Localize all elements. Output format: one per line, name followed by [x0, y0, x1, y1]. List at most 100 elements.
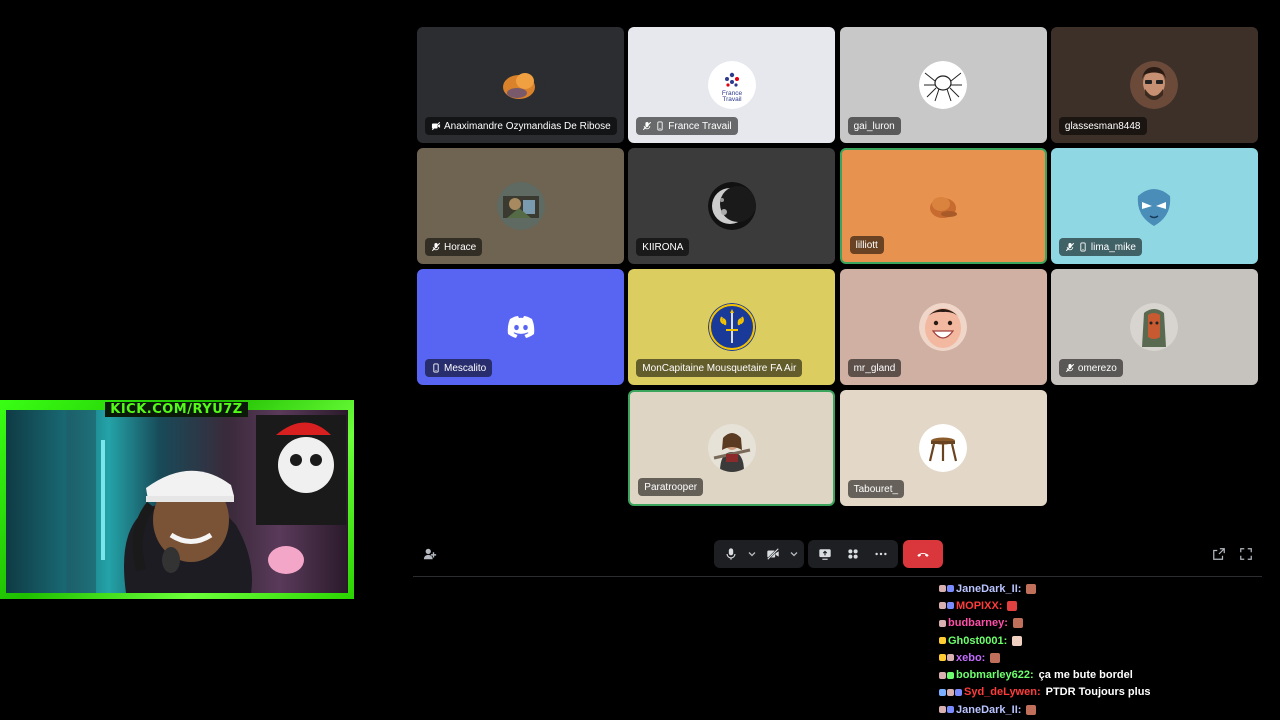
user-badges [939, 688, 962, 696]
participant-name: glassesman8448 [1064, 120, 1141, 132]
participant-tile[interactable]: Mescalito [417, 269, 624, 385]
participant-tile[interactable]: France Travail France Travail [628, 27, 836, 143]
participant-nameplate: Anaximandre Ozymandias De Ribose [425, 117, 617, 135]
user-badges [939, 706, 954, 714]
participant-avatar [707, 182, 756, 230]
user-badges [939, 619, 946, 627]
participant-nameplate: KIIRONA [636, 238, 690, 256]
participant-name: lima_mike [1090, 241, 1136, 253]
participant-tile[interactable]: Anaximandre Ozymandias De Ribose [417, 27, 624, 143]
mic-muted-icon [1065, 242, 1075, 252]
user-badges [939, 602, 954, 610]
emote-icon [1007, 600, 1018, 611]
participant-tile[interactable]: mr_gland [839, 269, 1047, 385]
popout-icon [1213, 548, 1225, 560]
emote-icon [1026, 583, 1037, 594]
hang-up-icon [917, 553, 929, 557]
mobile-icon [431, 363, 441, 373]
badge-icon [947, 688, 954, 696]
participant-nameplate: omerezo [1058, 359, 1123, 377]
participant-avatar [1130, 303, 1179, 351]
activities-icon [848, 549, 858, 559]
disconnect-button[interactable] [903, 540, 943, 568]
chevron-down-icon [748, 552, 756, 557]
chat-username[interactable]: budbarney: [948, 617, 1008, 629]
chat-message: JaneDark_II: [939, 580, 1269, 597]
chat-username[interactable]: JaneDark_II: [956, 583, 1021, 595]
participant-name: lilliott [855, 239, 878, 251]
chat-username[interactable]: xebo: [956, 652, 985, 664]
more-options-button[interactable] [868, 540, 894, 568]
participant-name: France Travail [668, 120, 732, 132]
participant-tile[interactable]: lima_mike [1050, 148, 1258, 264]
emote-icon [1012, 635, 1023, 646]
microphone-button[interactable] [718, 540, 744, 568]
badge-icon [939, 654, 946, 662]
badge-icon [939, 619, 946, 627]
screen-share-icon [819, 549, 831, 560]
popout-button[interactable] [1210, 545, 1228, 563]
share-screen-button[interactable] [812, 540, 838, 568]
invite-people-button[interactable] [421, 545, 439, 563]
mic-muted-icon [1065, 363, 1075, 373]
participant-nameplate: Mescalito [425, 359, 493, 377]
participant-avatar [1130, 182, 1179, 230]
participant-avatar [919, 424, 968, 472]
user-badges [939, 654, 954, 662]
participant-tile[interactable]: MonCapitaine Mousquetaire FA Air [628, 269, 836, 385]
participant-avatar [919, 61, 968, 109]
chat-username[interactable]: bobmarley622: [956, 669, 1034, 681]
activities-button[interactable] [840, 540, 866, 568]
participant-name: gai_luron [853, 120, 895, 132]
participant-avatar [707, 303, 756, 351]
chat-message: Syd_deLywen: PTDR Toujours plus [939, 684, 1269, 701]
participant-tile[interactable]: Paratrooper [628, 390, 836, 506]
chat-username[interactable]: JaneDark_II: [956, 704, 1021, 716]
badge-icon [947, 706, 954, 714]
badge-icon [939, 688, 946, 696]
emote-icon [1026, 704, 1037, 715]
webcam-feed [6, 410, 348, 593]
chat-message: xebo: [939, 649, 1269, 666]
participant-avatar [496, 61, 545, 109]
mic-options-button[interactable] [746, 540, 758, 568]
participant-tile[interactable]: glassesman8448 [1050, 27, 1258, 143]
participant-name: Anaximandre Ozymandias De Ribose [444, 120, 611, 132]
badge-icon [939, 602, 946, 610]
participant-nameplate: gai_luron [847, 117, 901, 135]
participant-tile[interactable]: omerezo [1050, 269, 1258, 385]
voice-call-panel: Anaximandre Ozymandias De Ribose France Tr… [413, 0, 1262, 577]
video-off-icon [431, 121, 441, 131]
participant-tile[interactable]: gai_luron [839, 27, 1047, 143]
chat-username[interactable]: Syd_deLywen: [964, 686, 1041, 698]
camera-options-button[interactable] [788, 540, 800, 568]
webcam-overlay: KICK.COM/RYU7Z [0, 400, 354, 599]
svg-text:Travail: Travail [722, 96, 742, 103]
fullscreen-button[interactable] [1237, 545, 1255, 563]
participant-nameplate: glassesman8448 [1058, 117, 1147, 135]
mobile-icon [655, 121, 665, 131]
chat-username[interactable]: Gh0st0001: [948, 635, 1007, 647]
badge-icon [939, 637, 946, 645]
participant-avatar [707, 424, 756, 472]
participant-nameplate: mr_gland [847, 359, 902, 377]
chevron-down-icon [790, 552, 798, 557]
participant-name: omerezo [1077, 362, 1117, 374]
mobile-icon [1078, 242, 1088, 252]
emote-icon [990, 652, 1001, 663]
video-off-icon [767, 548, 779, 560]
mic-muted-icon [431, 242, 441, 252]
chat-message: bobmarley622: ça me bute bordel [939, 666, 1269, 683]
participant-nameplate: lima_mike [1058, 238, 1142, 256]
participant-avatar [1130, 61, 1179, 109]
participant-tile[interactable]: lilliott [839, 148, 1047, 264]
badge-icon [947, 602, 954, 610]
chat-username[interactable]: MOPIXX: [956, 600, 1002, 612]
participant-tile[interactable]: Horace [417, 148, 624, 264]
participant-tile[interactable]: KIIRONA [628, 148, 836, 264]
camera-button[interactable] [760, 540, 786, 568]
badge-icon [947, 585, 954, 593]
badge-icon [947, 671, 954, 679]
participant-tile[interactable]: Tabouret_ [839, 390, 1047, 506]
chat-text: ça me bute bordel [1038, 669, 1133, 682]
